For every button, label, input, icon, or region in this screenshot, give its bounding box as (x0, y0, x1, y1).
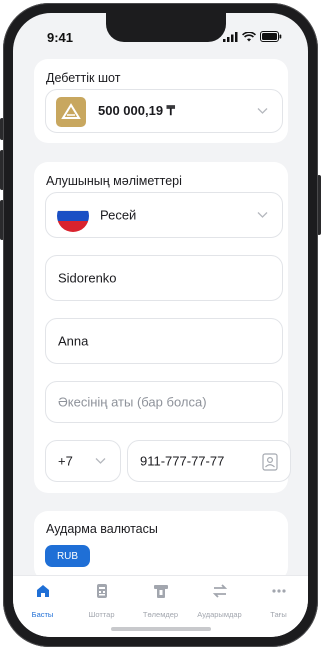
chevron-down-icon (257, 108, 268, 114)
country-label: Ресей (100, 207, 137, 223)
more-icon (271, 589, 286, 593)
recipient-card: Алушының мәліметтері Ресей Sidorenko Ann… (34, 162, 291, 493)
debit-account-title: Дебеттік шот (46, 71, 121, 85)
account-selector[interactable]: 500 000,19 ₸ (45, 89, 283, 133)
last-name-field[interactable]: Sidorenko (45, 255, 283, 301)
transfers-icon (212, 584, 227, 598)
account-amount: 500 000,19 ₸ (98, 103, 175, 118)
phone-code-selector[interactable]: +7 (45, 440, 121, 482)
recipient-title: Алушының мәліметтері (46, 174, 182, 188)
debit-account-card: Дебеттік шот 500 000,19 ₸ (34, 59, 288, 143)
middle-name-placeholder: Әкесінің аты (бар болса) (58, 394, 207, 410)
last-name-value: Sidorenko (58, 270, 117, 286)
wifi-icon (242, 31, 256, 41)
tab-more-label: Тағы (270, 610, 287, 619)
tab-more[interactable]: Тағы (249, 582, 308, 619)
currency-chip-label: RUB (56, 550, 79, 562)
middle-name-field[interactable]: Әкесінің аты (бар болса) (45, 381, 283, 423)
status-time: 9:41 (47, 30, 74, 45)
first-name-field[interactable]: Anna (45, 318, 283, 364)
tab-home-label: Басты (31, 610, 54, 619)
contact-book-icon[interactable] (262, 453, 278, 471)
status-icons (223, 31, 282, 42)
russia-flag-icon (57, 200, 89, 232)
currency-title: Аудармa валютасы (46, 522, 158, 536)
country-selector[interactable]: Ресей (45, 192, 283, 238)
currency-chip-rub[interactable]: RUB (45, 545, 90, 567)
card-logo-icon (56, 97, 86, 127)
home-indicator (110, 627, 211, 631)
first-name-value: Anna (58, 333, 89, 349)
tab-transfers-label: Аударымдар (197, 610, 242, 619)
tab-payments-label: Төлемдер (142, 610, 179, 619)
phone-number-field[interactable]: 911-777-77-77 (127, 440, 291, 482)
home-icon (36, 585, 49, 597)
tab-payments[interactable]: Төлемдер (131, 582, 190, 619)
currency-card: Аудармa валютасы RUB (34, 511, 288, 581)
phone-number-value: 911-777-77-77 (140, 453, 225, 469)
signal-icon (223, 31, 238, 42)
chevron-down-icon (257, 212, 268, 218)
tab-accounts-label: Шоттар (88, 610, 115, 619)
chevron-down-icon (95, 458, 106, 464)
notch (106, 13, 226, 42)
tab-bar: Басты Шоттар Төлемдер Аударымдар Тағы (13, 575, 308, 637)
tab-home[interactable]: Басты (13, 582, 72, 619)
accounts-icon (96, 584, 107, 598)
battery-icon (260, 31, 282, 42)
phone-frame: 9:41 Дебеттік шот 500 000,19 ₸ Алушының … (3, 3, 318, 647)
tab-accounts[interactable]: Шоттар (72, 582, 131, 619)
tab-transfers[interactable]: Аударымдар (190, 582, 249, 619)
phone-code-value: +7 (58, 453, 73, 469)
screen: 9:41 Дебеттік шот 500 000,19 ₸ Алушының … (13, 13, 308, 637)
payments-icon (153, 585, 168, 598)
